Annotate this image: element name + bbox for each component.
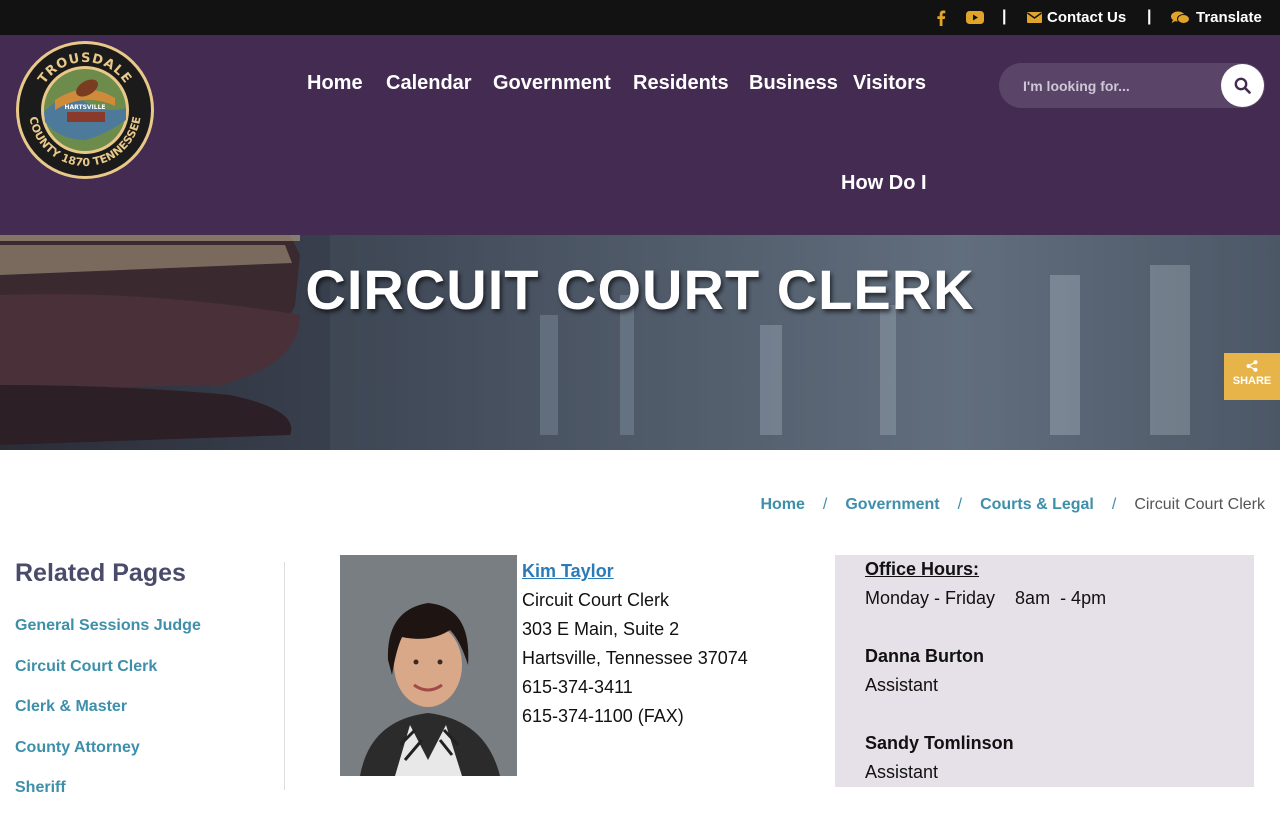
search-box — [999, 63, 1265, 108]
county-seal-logo[interactable]: TROUSDALE COUNTY 1870 TENNESSEE HARTSVIL… — [15, 40, 155, 180]
breadcrumb-separator: / — [1111, 496, 1117, 513]
breadcrumb-current: Circuit Court Clerk — [1134, 496, 1265, 513]
related-sheriff[interactable]: Sheriff — [15, 779, 201, 820]
office-hours-schedule: Monday - Friday 8am - 4pm — [865, 588, 1107, 608]
breadcrumb-separator: / — [822, 496, 828, 513]
breadcrumb-courts-legal[interactable]: Courts & Legal — [980, 496, 1094, 513]
staff-name: Sandy Tomlinson — [865, 733, 1014, 753]
contact-title: Circuit Court Clerk — [522, 590, 670, 610]
share-icon — [1246, 360, 1258, 372]
comments-icon — [1171, 11, 1190, 24]
share-button[interactable]: SHARE — [1224, 353, 1280, 400]
sidebar-divider — [284, 562, 285, 790]
contact-address-line2: Hartsville, Tennessee 37074 — [522, 648, 748, 668]
breadcrumb-government[interactable]: Government — [845, 496, 939, 513]
translate-link[interactable]: Translate — [1171, 0, 1262, 35]
translate-label: Translate — [1196, 9, 1262, 26]
staff-name: Danna Burton — [865, 646, 984, 666]
page-banner: CIRCUIT COURT CLERK — [0, 235, 1280, 450]
search-button[interactable] — [1221, 64, 1264, 107]
contact-name-link[interactable]: Kim Taylor — [522, 561, 614, 581]
contact-fax: 615-374-1100 (FAX) — [522, 706, 684, 726]
nav-residents[interactable]: Residents — [633, 72, 729, 95]
contact-us-label: Contact Us — [1047, 9, 1127, 26]
staff-role: Assistant — [865, 762, 939, 782]
utility-bar: | Contact Us | Translate — [0, 0, 1280, 35]
youtube-icon — [966, 11, 984, 24]
breadcrumb-home[interactable]: Home — [760, 496, 804, 513]
breadcrumb: Home / Government / Courts & Legal / Circuit C… — [760, 496, 1265, 514]
related-general-sessions-judge[interactable]: General Sessions Judge — [15, 617, 201, 658]
contact-us-link[interactable]: Contact Us — [1027, 0, 1126, 35]
nav-how-do-i[interactable]: How Do I — [841, 172, 927, 195]
nav-home[interactable]: Home — [307, 72, 363, 95]
breadcrumb-separator: / — [957, 496, 963, 513]
divider: | — [1147, 8, 1152, 25]
contact-phone: 615-374-3411 — [522, 677, 633, 697]
page-title: CIRCUIT COURT CLERK — [305, 258, 975, 321]
related-circuit-court-clerk[interactable]: Circuit Court Clerk — [15, 658, 201, 699]
related-pages-title: Related Pages — [15, 559, 186, 587]
share-label: SHARE — [1232, 375, 1272, 387]
divider: | — [1002, 8, 1007, 25]
envelope-icon — [1027, 12, 1042, 23]
facebook-icon — [937, 10, 946, 26]
facebook-link[interactable] — [936, 0, 946, 35]
nav-government[interactable]: Government — [493, 72, 611, 95]
clerk-photo — [340, 555, 517, 776]
contact-address-line1: 303 E Main, Suite 2 — [522, 619, 680, 639]
nav-calendar[interactable]: Calendar — [386, 72, 472, 95]
seal-graphic: TROUSDALE COUNTY 1870 TENNESSEE HARTSVIL… — [16, 41, 154, 179]
search-icon — [1234, 77, 1251, 94]
nav-business[interactable]: Business — [749, 72, 838, 95]
nav-visitors[interactable]: Visitors — [853, 72, 926, 95]
related-clerk-master[interactable]: Clerk & Master — [15, 698, 201, 739]
related-pages-list: General Sessions Judge Circuit Court Cle… — [15, 617, 201, 820]
contact-card: Kim Taylor Circuit Court Clerk 303 E Mai… — [522, 557, 748, 731]
seal-center-text: HARTSVILLE — [64, 104, 105, 111]
site-header: TROUSDALE COUNTY 1870 TENNESSEE HARTSVIL… — [0, 35, 1280, 235]
office-hours-label: Office Hours: — [865, 559, 980, 579]
youtube-link[interactable] — [966, 0, 984, 35]
staff-role: Assistant — [865, 675, 939, 695]
search-input[interactable] — [1023, 75, 1213, 97]
related-county-attorney[interactable]: County Attorney — [15, 739, 201, 780]
office-hours-box: Office Hours: Monday - Friday 8am - 4pm … — [835, 555, 1254, 787]
